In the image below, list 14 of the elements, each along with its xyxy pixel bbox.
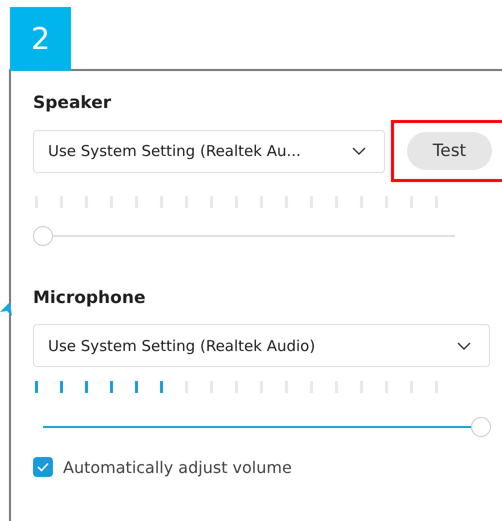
checkmark-icon — [37, 462, 49, 472]
slider-thumb[interactable] — [471, 417, 491, 437]
section-title: Microphone — [33, 288, 146, 310]
test-button[interactable]: Test — [407, 132, 492, 170]
speaker-dropdown[interactable]: Use System Setting (Realtek Au... — [33, 130, 385, 172]
chevron-down-icon — [457, 342, 471, 350]
pointer-arrow-icon — [0, 302, 12, 318]
chevron-down-icon — [352, 147, 366, 155]
microphone-dropdown[interactable]: Use System Setting (Realtek Audio) — [33, 324, 490, 367]
section-title: Speaker — [33, 93, 112, 115]
checkbox[interactable] — [33, 457, 53, 477]
step-badge: 2 — [10, 7, 71, 71]
checkbox-label: Automatically adjust volume — [63, 458, 292, 476]
slider-thumb[interactable] — [33, 226, 53, 246]
